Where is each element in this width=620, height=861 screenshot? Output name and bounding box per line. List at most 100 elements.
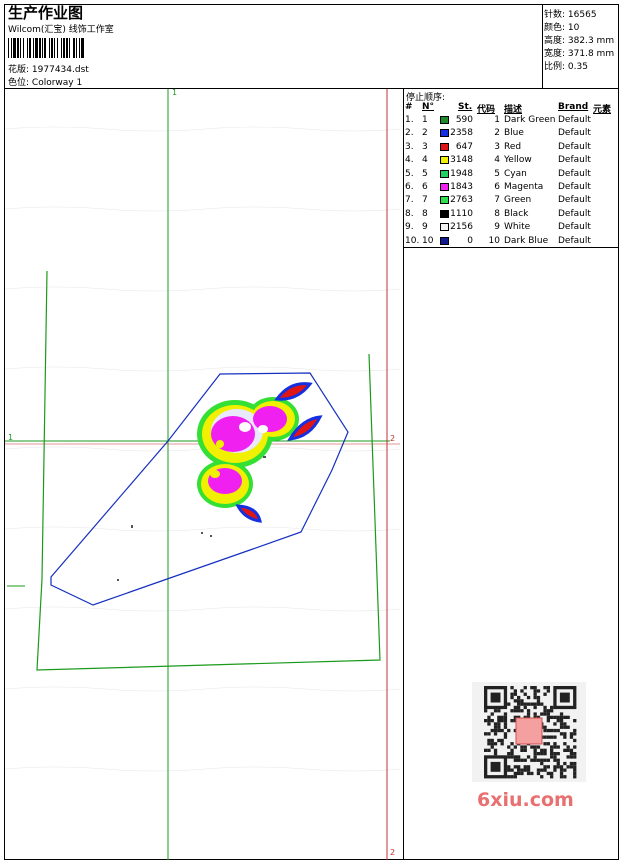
row-needle: 4	[422, 155, 428, 166]
row-index: 6.	[405, 182, 414, 192]
col-header-elem: 元素	[593, 105, 612, 115]
row-needle: 6	[422, 182, 428, 192]
color-swatch	[440, 209, 449, 218]
row-index: 3.	[405, 141, 414, 152]
stat-height: 高度: 382.3 mm	[544, 36, 615, 46]
row-needle: 7	[422, 195, 428, 206]
color-swatch	[440, 116, 449, 124]
row-index: 5.	[405, 168, 414, 179]
row-description: Blue	[504, 128, 524, 139]
row-needle: 3	[422, 141, 428, 152]
row-index: 10.	[405, 235, 420, 246]
color-swatch	[440, 196, 449, 205]
sequence-row: 9. 9 2156 9 White Default	[404, 222, 620, 235]
row-stitches: 2358	[450, 128, 473, 139]
row-index: 4.	[405, 155, 414, 166]
pattern-value: 1977434.dst	[31, 65, 89, 75]
company-name: Wilcom(汇宝) 线饰工作室	[8, 25, 114, 35]
row-brand: Default	[558, 222, 591, 233]
row-stitches: 1110	[450, 208, 473, 219]
row-description: Red	[504, 141, 522, 152]
stat-scale: 比例: 0.35	[544, 62, 588, 72]
row-description: Dark Green	[504, 115, 556, 125]
guide-marker-1-top: 1	[172, 88, 178, 97]
row-description: Magenta	[504, 182, 544, 192]
guide-marker-1-left: 1	[8, 433, 14, 442]
col-header-st: St.	[458, 102, 473, 112]
row-description: Cyan	[504, 168, 527, 179]
row-code: 9	[494, 222, 500, 233]
sequence-row: 1. 1 590 1 Dark Green Default	[404, 115, 620, 128]
sequence-row: 2. 2 2358 2 Blue Default	[404, 128, 620, 141]
guide-marker-2-right: 2	[390, 434, 396, 443]
stat-stitches: 针数: 16565	[544, 10, 597, 20]
row-needle: 5	[422, 168, 428, 179]
row-brand: Default	[558, 128, 591, 139]
row-code: 4	[494, 155, 500, 166]
row-index: 7.	[405, 195, 414, 206]
row-code: 5	[494, 168, 500, 179]
row-brand: Default	[558, 208, 591, 219]
color-swatch	[440, 169, 449, 178]
row-stitches: 2156	[450, 222, 473, 233]
row-index: 1.	[405, 115, 414, 125]
row-stitches: 0	[467, 235, 473, 246]
row-index: 2.	[405, 128, 414, 139]
col-header-idx: #	[405, 102, 413, 112]
colorway-label: 色位:	[8, 78, 30, 88]
color-swatch	[440, 183, 449, 191]
guide-marker-2-bottom: 2	[390, 848, 396, 857]
page-title: 生产作业图	[8, 4, 84, 22]
row-stitches: 647	[455, 141, 473, 152]
row-code: 10	[488, 235, 500, 246]
row-index: 8.	[405, 208, 414, 219]
stat-colors: 颜色: 10	[544, 23, 580, 33]
design-canvas	[5, 89, 400, 860]
color-swatch	[440, 223, 449, 232]
sequence-row: 8. 8 1110 8 Black Default	[404, 209, 620, 222]
watermark-text: 6xiu.com	[477, 789, 574, 811]
stat-width: 宽度: 371.8 mm	[544, 49, 615, 59]
row-stitches: 590	[455, 115, 473, 125]
row-brand: Default	[558, 195, 591, 206]
sequence-row: 10. 10 0 10 Dark Blue Default	[404, 236, 620, 249]
row-code: 6	[494, 182, 500, 192]
row-code: 3	[494, 141, 500, 152]
row-brand: Default	[558, 155, 591, 166]
row-description: Black	[504, 208, 529, 219]
row-brand: Default	[558, 168, 591, 179]
row-needle: 10	[422, 235, 434, 246]
col-header-desc: 描述	[504, 105, 523, 115]
sequence-row: 5. 5 1948 5 Cyan Default	[404, 169, 620, 182]
row-description: White	[504, 222, 531, 233]
col-header-code: 代码	[477, 105, 496, 115]
flower-motif	[197, 397, 299, 508]
row-needle: 1	[422, 115, 428, 125]
sequence-row: 3. 3 647 3 Red Default	[404, 142, 620, 155]
sequence-row: 7. 7 2763 7 Green Default	[404, 195, 620, 208]
row-code: 7	[494, 195, 500, 206]
row-description: Dark Blue	[504, 235, 549, 246]
row-code: 8	[494, 208, 500, 219]
col-header-no: N°	[422, 102, 435, 112]
row-brand: Default	[558, 235, 591, 246]
row-code: 1	[494, 115, 500, 125]
row-description: Green	[504, 195, 532, 206]
row-brand: Default	[558, 141, 591, 152]
row-stitches: 3148	[450, 155, 473, 166]
row-needle: 9	[422, 222, 428, 233]
sequence-row: 4. 4 3148 4 Yellow Default	[404, 155, 620, 168]
colorway-value: Colorway 1	[31, 78, 83, 88]
row-needle: 2	[422, 128, 428, 139]
row-code: 2	[494, 128, 500, 139]
pattern-label: 花版:	[8, 65, 30, 75]
pattern-line: 花版: 1977434.dst	[8, 62, 89, 75]
colorway-line: 色位: Colorway 1	[8, 75, 82, 88]
row-description: Yellow	[504, 155, 532, 166]
color-swatch	[440, 236, 449, 245]
sequence-row: 6. 6 1843 6 Magenta Default	[404, 182, 620, 195]
barcode	[8, 38, 84, 58]
color-swatch	[440, 129, 449, 138]
color-swatch	[440, 142, 449, 151]
row-stitches: 2763	[450, 195, 473, 206]
